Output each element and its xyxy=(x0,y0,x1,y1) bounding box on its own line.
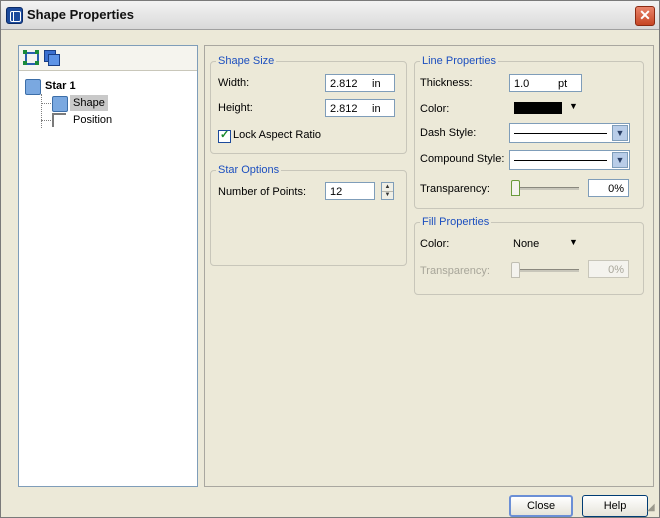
chevron-down-icon[interactable]: ▼ xyxy=(612,125,628,141)
title-bar: Shape Properties ✕ xyxy=(1,1,659,30)
fill-transparency-value: 0% xyxy=(608,264,624,276)
line-transparency-input[interactable]: 0% xyxy=(588,179,629,197)
fill-properties-group: Fill Properties xyxy=(414,216,644,295)
shape-icon xyxy=(25,79,41,95)
tree-connector xyxy=(41,94,42,128)
dash-style-label: Dash Style: xyxy=(420,127,477,139)
tree-item-label: Star 1 xyxy=(45,80,76,92)
fill-color-value: None xyxy=(513,238,540,250)
fill-color-select[interactable]: None ▼ xyxy=(511,234,583,254)
chevron-down-icon[interactable]: ▼ xyxy=(612,152,628,168)
fill-color-label: Color: xyxy=(420,238,450,250)
close-button[interactable]: Close xyxy=(509,495,573,517)
dash-style-select[interactable]: ▼ xyxy=(509,123,630,143)
points-input[interactable]: 12 xyxy=(325,182,375,200)
close-window-button[interactable]: ✕ xyxy=(635,6,655,26)
tree-connector xyxy=(41,120,51,121)
group-title: Star Options xyxy=(218,164,280,176)
height-value: 2.812 xyxy=(330,103,358,115)
line-transparency-slider[interactable] xyxy=(511,187,579,190)
line-transparency-value: 0% xyxy=(608,183,624,195)
group-title: Fill Properties xyxy=(422,216,490,228)
tree-item-label: Shape xyxy=(70,95,108,111)
line-color-picker[interactable]: ▼ xyxy=(511,98,581,118)
star-options-group: Star Options xyxy=(210,164,407,266)
group-title: Line Properties xyxy=(422,55,496,67)
lock-aspect-label: Lock Aspect Ratio xyxy=(233,129,322,141)
line-color-swatch xyxy=(514,102,562,114)
app-icon xyxy=(6,7,23,24)
width-unit: in xyxy=(372,78,381,90)
layers-button[interactable] xyxy=(43,49,60,66)
thickness-label: Thickness: xyxy=(420,77,473,89)
spin-down-icon[interactable]: ▼ xyxy=(382,191,393,199)
close-icon: ✕ xyxy=(639,7,651,23)
fill-transparency-slider xyxy=(511,269,579,272)
fill-transparency-input: 0% xyxy=(588,260,629,278)
help-button[interactable]: Help xyxy=(582,495,648,517)
dash-style-preview xyxy=(514,133,607,134)
resize-grip-icon[interactable] xyxy=(647,502,657,515)
fill-transparency-thumb xyxy=(511,262,520,278)
compound-style-preview xyxy=(514,160,607,161)
tree-item-label: Position xyxy=(73,114,113,126)
width-value: 2.812 xyxy=(330,78,358,90)
expand-tree-button[interactable] xyxy=(23,49,39,65)
lock-aspect-checkbox[interactable] xyxy=(218,128,231,143)
window-title: Shape Properties xyxy=(27,7,134,22)
position-icon xyxy=(52,113,66,127)
shape-properties-dialog: Shape Properties ✕ Star 1 Shape Position… xyxy=(0,0,660,518)
points-label: Number of Points: xyxy=(218,186,307,198)
height-input[interactable]: 2.812 in xyxy=(325,99,395,117)
object-tree-panel: Star 1 Shape Position xyxy=(18,45,198,487)
thickness-value: 1.0 xyxy=(514,78,530,90)
shape-icon xyxy=(52,96,68,112)
height-label: Height: xyxy=(218,102,253,114)
thickness-unit: pt xyxy=(558,78,568,90)
points-stepper[interactable]: ▲ ▼ xyxy=(381,182,394,200)
tree-toolbar xyxy=(19,46,197,71)
dropdown-arrow-icon: ▼ xyxy=(569,237,578,247)
line-color-label: Color: xyxy=(420,103,450,115)
tree-connector xyxy=(41,103,51,104)
width-input[interactable]: 2.812 in xyxy=(325,74,395,92)
compound-style-select[interactable]: ▼ xyxy=(509,150,630,170)
line-transparency-label: Transparency: xyxy=(420,183,490,195)
fill-transparency-label: Transparency: xyxy=(420,265,490,277)
properties-panel: Shape Size Width: 2.812 in Height: 2.812… xyxy=(204,45,654,487)
line-transparency-thumb[interactable] xyxy=(511,180,520,196)
dropdown-arrow-icon: ▼ xyxy=(569,101,578,111)
points-value: 12 xyxy=(330,186,343,198)
width-label: Width: xyxy=(218,77,250,89)
group-title: Shape Size xyxy=(218,55,275,67)
thickness-input[interactable]: 1.0 pt xyxy=(509,74,582,92)
compound-style-label: Compound Style: xyxy=(420,153,505,165)
height-unit: in xyxy=(372,103,381,115)
